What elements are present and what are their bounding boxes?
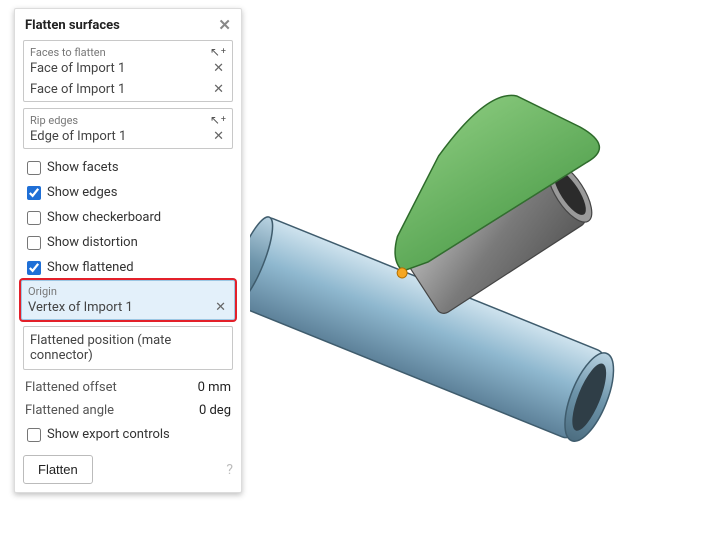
remove-icon[interactable]: ✕	[213, 300, 228, 315]
faces-label: Faces to flatten	[30, 46, 106, 59]
check-label: Show facets	[47, 160, 119, 175]
face-item[interactable]: Face of Import 1 ✕	[24, 80, 232, 101]
show-flattened-check[interactable]: Show flattened	[23, 255, 233, 280]
angle-label: Flattened angle	[25, 403, 114, 418]
mate-connector-field[interactable]: Flattened position (mate connector)	[23, 326, 233, 370]
flatten-button[interactable]: Flatten	[23, 455, 93, 484]
remove-icon[interactable]: ✕	[211, 129, 226, 144]
help-icon[interactable]: ?	[226, 462, 233, 478]
checkbox[interactable]	[27, 428, 41, 442]
checkbox[interactable]	[27, 236, 41, 250]
show-checkerboard-check[interactable]: Show checkerboard	[23, 205, 233, 230]
angle-value[interactable]: 0 deg	[171, 403, 231, 418]
select-cursor-icon[interactable]: ↖+	[210, 113, 226, 127]
face-item-label: Face of Import 1	[30, 61, 125, 76]
check-label: Show edges	[47, 185, 117, 200]
show-export-controls-check[interactable]: Show export controls	[23, 422, 233, 447]
rip-item-label: Edge of Import 1	[30, 129, 126, 144]
checkbox[interactable]	[27, 161, 41, 175]
close-icon[interactable]: ✕	[218, 16, 231, 34]
origin-field[interactable]: Origin Vertex of Import 1 ✕	[21, 280, 235, 320]
check-label: Show export controls	[47, 427, 170, 442]
checkbox[interactable]	[27, 186, 41, 200]
select-cursor-icon[interactable]: ↖+	[210, 45, 226, 59]
model-view	[250, 0, 704, 531]
check-label: Show checkerboard	[47, 210, 161, 225]
face-item[interactable]: Face of Import 1 ✕	[24, 59, 232, 80]
show-distortion-check[interactable]: Show distortion	[23, 230, 233, 255]
offset-value[interactable]: 0 mm	[171, 380, 231, 395]
3d-viewport[interactable]	[250, 0, 704, 531]
remove-icon[interactable]: ✕	[211, 61, 226, 76]
rip-item[interactable]: Edge of Import 1 ✕	[24, 127, 232, 148]
check-label: Show flattened	[47, 260, 134, 275]
face-item-label: Face of Import 1	[30, 82, 125, 97]
faces-to-flatten-field[interactable]: Faces to flatten ↖+ Face of Import 1 ✕ F…	[23, 40, 233, 102]
rip-label: Rip edges	[30, 114, 78, 127]
checkbox[interactable]	[27, 211, 41, 225]
flattened-offset-row[interactable]: Flattened offset 0 mm	[23, 376, 233, 399]
origin-value: Vertex of Import 1	[28, 300, 133, 315]
mate-label: Flattened position (mate connector)	[30, 333, 171, 363]
remove-icon[interactable]: ✕	[211, 82, 226, 97]
rip-edges-field[interactable]: Rip edges ↖+ Edge of Import 1 ✕	[23, 108, 233, 149]
show-edges-check[interactable]: Show edges	[23, 180, 233, 205]
panel-header: Flatten surfaces ✕	[15, 9, 241, 40]
flatten-surfaces-panel: Flatten surfaces ✕ Faces to flatten ↖+ F…	[14, 8, 242, 493]
flattened-angle-row[interactable]: Flattened angle 0 deg	[23, 399, 233, 422]
check-label: Show distortion	[47, 235, 138, 250]
origin-label: Origin	[28, 285, 57, 298]
show-facets-check[interactable]: Show facets	[23, 155, 233, 180]
panel-title: Flatten surfaces	[25, 18, 120, 33]
offset-label: Flattened offset	[25, 380, 117, 395]
checkbox[interactable]	[27, 261, 41, 275]
